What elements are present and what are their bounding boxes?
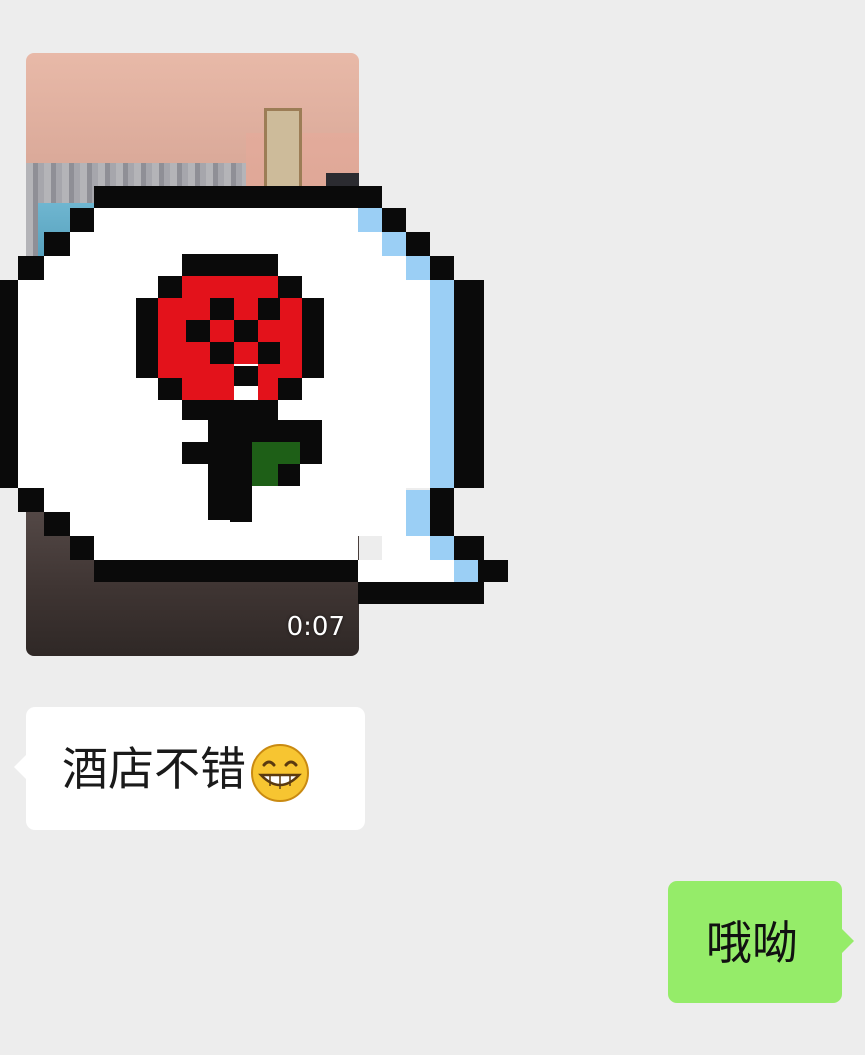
rose-sticker[interactable] xyxy=(0,186,508,606)
outgoing-message-text: 哦呦 xyxy=(706,916,798,970)
chat-area: 0:07 酒店不错 哦呦 xyxy=(0,0,865,1055)
video-duration: 0:07 xyxy=(286,612,345,642)
outgoing-message-bubble[interactable]: 哦呦 xyxy=(668,881,854,1003)
incoming-message-text: 酒店不错 xyxy=(62,741,310,803)
incoming-message-label: 酒店不错 xyxy=(62,742,246,796)
incoming-message-bubble[interactable]: 酒店不错 xyxy=(14,707,365,830)
grinning-face-icon xyxy=(251,743,309,802)
